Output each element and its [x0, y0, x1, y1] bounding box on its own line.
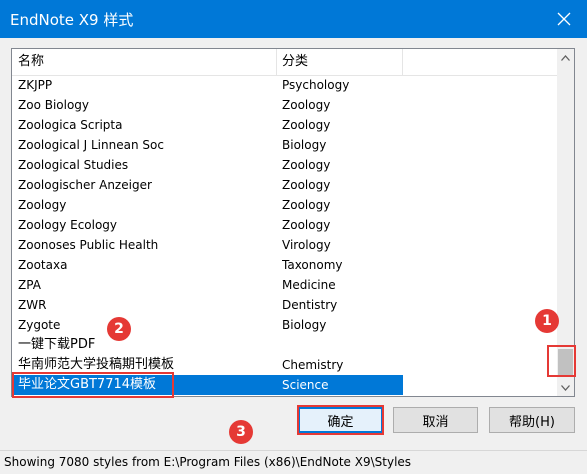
row-name: Zoology Ecology	[18, 218, 118, 232]
window-title: EndNote X9 样式	[10, 11, 134, 29]
column-header-category[interactable]: 分类	[277, 49, 403, 75]
row-name: ZPA	[18, 278, 41, 292]
list-row[interactable]: Zoological J Linnean Soc Biology	[12, 135, 557, 155]
row-category	[282, 335, 402, 355]
row-category: Zoology	[282, 178, 331, 192]
row-category: Chemistry	[282, 358, 344, 372]
row-category: Science	[282, 378, 329, 392]
list-row[interactable]: Zygote Biology	[12, 315, 557, 335]
row-name: 一键下载PDF	[18, 337, 96, 352]
list-header: 名称 分类	[12, 49, 557, 76]
styles-list[interactable]: 名称 分类 ZKJPP Psychology Zoo Biology Zoology…	[11, 48, 575, 397]
list-row[interactable]: 华南师范大学投稿期刊模板 Chemistry	[12, 355, 557, 375]
row-name: 毕业论文GBT7714模板	[18, 377, 157, 392]
row-name: Zoonoses Public Health	[18, 238, 159, 252]
row-category: Zoology	[282, 158, 331, 172]
close-icon	[557, 12, 571, 26]
list-row[interactable]: ZWR Dentistry	[12, 295, 557, 315]
list-row[interactable]: Zoological Studies Zoology	[12, 155, 557, 175]
row-category: Zoology	[282, 198, 331, 212]
scroll-up-button[interactable]	[557, 49, 574, 66]
row-category: Dentistry	[282, 298, 338, 312]
list-row[interactable]: Zoonoses Public Health Virology	[12, 235, 557, 255]
scroll-thumb[interactable]	[558, 349, 573, 376]
row-category: Biology	[282, 138, 327, 152]
annotation-badge-1: 1	[535, 309, 559, 333]
list-row[interactable]: Zootaxa Taxonomy	[12, 255, 557, 275]
vertical-scrollbar[interactable]	[557, 49, 574, 396]
help-button[interactable]: 帮助(H)	[489, 407, 575, 433]
list-rows: ZKJPP Psychology Zoo Biology Zoology Zoolo…	[12, 75, 557, 395]
chevron-up-icon	[561, 54, 570, 61]
row-category: Zoology	[282, 118, 331, 132]
scroll-down-button[interactable]	[557, 379, 574, 396]
row-name: Zoologica Scripta	[18, 118, 123, 132]
list-row-selected[interactable]: 毕业论文GBT7714模板 Science	[12, 375, 557, 395]
row-category: Zoology	[282, 218, 331, 232]
column-header-name[interactable]: 名称	[12, 49, 277, 75]
row-category: Medicine	[282, 278, 336, 292]
row-name: ZWR	[18, 298, 47, 312]
list-row[interactable]: Zoologica Scripta Zoology	[12, 115, 557, 135]
row-category: Psychology	[282, 78, 350, 92]
list-row[interactable]: Zoology Zoology	[12, 195, 557, 215]
ok-button[interactable]: 确定	[298, 407, 383, 433]
row-name: Zygote	[18, 318, 61, 332]
list-row[interactable]: ZPA Medicine	[12, 275, 557, 295]
list-row[interactable]: Zoology Ecology Zoology	[12, 215, 557, 235]
row-name: Zoology	[18, 198, 67, 212]
chevron-down-icon	[561, 384, 570, 391]
row-category: Biology	[282, 318, 327, 332]
row-category: Taxonomy	[282, 258, 343, 272]
annotation-badge-2: 2	[107, 317, 131, 341]
row-name: Zoological Studies	[18, 158, 129, 172]
row-name: Zoo Biology	[18, 98, 90, 112]
row-name: Zoological J Linnean Soc	[18, 138, 164, 152]
row-name: ZKJPP	[18, 78, 53, 92]
row-name: Zootaxa	[18, 258, 68, 272]
close-button[interactable]	[547, 2, 581, 36]
row-category: Zoology	[282, 98, 331, 112]
annotation-badge-3: 3	[229, 420, 253, 444]
title-bar: EndNote X9 样式	[0, 0, 587, 38]
row-name: 华南师范大学投稿期刊模板	[18, 357, 175, 372]
list-row[interactable]: Zoologischer Anzeiger Zoology	[12, 175, 557, 195]
row-name: Zoologischer Anzeiger	[18, 178, 152, 192]
list-row[interactable]: ZKJPP Psychology	[12, 75, 557, 95]
row-category: Virology	[282, 238, 331, 252]
status-bar: Showing 7080 styles from E:\Program File…	[0, 450, 587, 474]
list-row[interactable]: Zoo Biology Zoology	[12, 95, 557, 115]
list-row[interactable]: 一键下载PDF	[12, 335, 557, 355]
cancel-button[interactable]: 取消	[393, 407, 478, 433]
